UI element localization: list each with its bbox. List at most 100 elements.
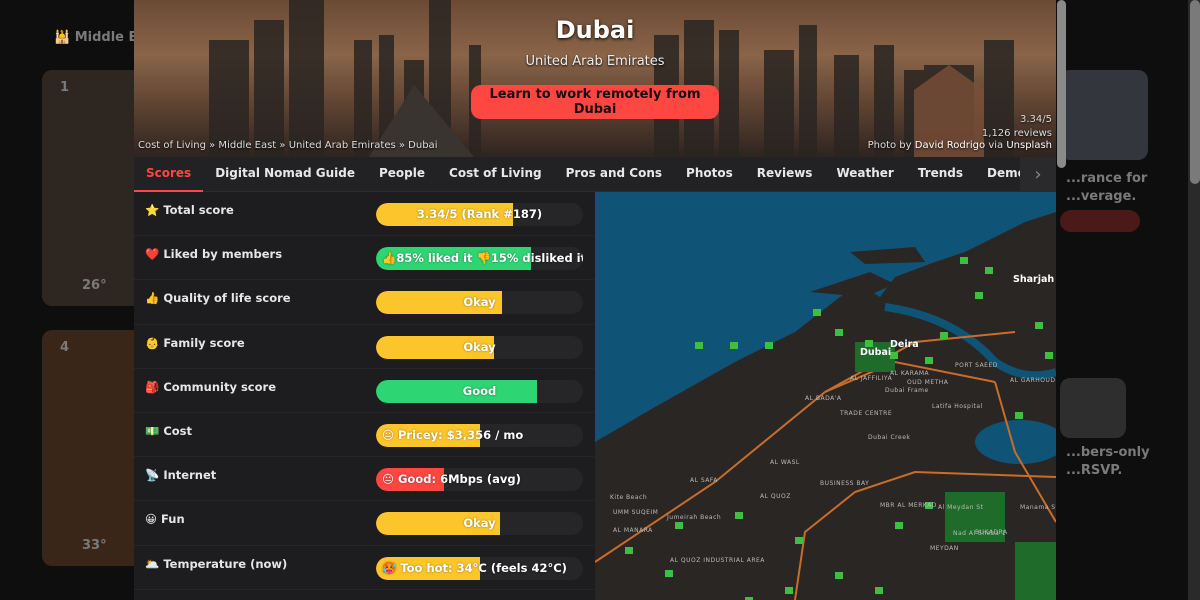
credit-via: via — [988, 140, 1004, 151]
score-bar[interactable]: 😐 Pricey: $3,356 / mo — [376, 423, 583, 447]
metro-station-icon[interactable] — [865, 340, 873, 347]
map-label: Dubai Creek — [868, 434, 910, 441]
photo-author-link[interactable]: David Rodrigo — [915, 140, 985, 151]
map-label: AL JAFFILIYA — [850, 375, 893, 382]
tab-scores[interactable]: Scores — [134, 157, 204, 192]
metro-station-icon[interactable] — [795, 537, 803, 544]
score-bar[interactable]: 🥵 Too hot: 34°C (feels 42°C) — [376, 556, 583, 580]
score-bar[interactable]: Good — [376, 379, 583, 403]
map-label: Jumeirah Beach — [666, 514, 721, 521]
score-emoji-icon: ❤️ — [145, 247, 160, 262]
score-row: 🌥️ Temperature (now) 🥵 Too hot: 34°C (fe… — [134, 546, 594, 590]
score-label: ⭐ Total score — [145, 203, 234, 217]
score-bar[interactable]: 😐 Good: 6Mbps (avg) — [376, 468, 583, 492]
promo-button[interactable] — [1060, 210, 1140, 232]
map-label: AL BADA'A — [805, 395, 842, 402]
score-emoji-icon: 🌥️ — [145, 556, 160, 571]
city-card[interactable]: 4 33° — [42, 330, 142, 566]
city-map[interactable]: Sharjah Dubai Deira AL KARAMA OUD METHA AL JA… — [595, 192, 1056, 600]
score-value: 3.34/5 (Rank #187) — [416, 207, 543, 221]
score-label-text: Community score — [163, 379, 276, 394]
score-label: 📡 Internet — [145, 468, 216, 482]
tab-photos[interactable]: Photos — [674, 157, 745, 192]
score-emoji-icon: 😀 — [145, 512, 157, 527]
map-label: Nad Al Sheba 1 — [953, 530, 1006, 537]
metro-station-icon[interactable] — [940, 332, 948, 339]
score-value: 👍85% liked it 👎15% disliked it — [382, 251, 583, 266]
score-value: 😐 Good: 6Mbps (avg) — [382, 472, 521, 487]
score-label: 💵 Cost — [145, 424, 192, 438]
map-label: AL QUOZ INDUSTRIAL AREA — [670, 557, 765, 564]
map-label: Kite Beach — [610, 494, 647, 501]
map-label: Sharjah — [1013, 274, 1054, 285]
tab-people[interactable]: People — [367, 157, 437, 192]
metro-station-icon[interactable] — [1035, 322, 1043, 329]
score-label: ❤️ Liked by members — [145, 247, 282, 261]
metro-station-icon[interactable] — [785, 587, 793, 594]
score-bar[interactable]: Okay — [376, 291, 583, 315]
score-row: 😀 Fun Okay — [134, 501, 594, 546]
promo-text: ...bers-only ...RSVP. — [1066, 445, 1150, 478]
score-value: 🥵 Too hot: 34°C (feels 42°C) — [382, 560, 567, 575]
page-scrollbar-thumb[interactable] — [1190, 0, 1200, 184]
score-emoji-icon: 👶 — [145, 335, 160, 350]
metro-station-icon[interactable] — [735, 512, 743, 519]
review-count[interactable]: 1,126 reviews — [982, 127, 1052, 141]
score-label: 👍 Quality of life score — [145, 291, 291, 305]
score-row: ❤️ Liked by members 👍85% liked it 👎15% d… — [134, 236, 594, 281]
breadcrumb[interactable]: Cost of Living » Middle East » United Ar… — [138, 140, 437, 151]
map-label: AL WASL — [770, 459, 800, 466]
city-card[interactable]: 1 26° — [42, 70, 142, 306]
metro-station-icon[interactable] — [675, 522, 683, 529]
credit-prefix: Photo by — [867, 140, 912, 151]
score-bar[interactable]: Okay — [376, 335, 583, 359]
metro-station-icon[interactable] — [875, 587, 883, 594]
country-name: United Arab Emirates — [525, 54, 665, 69]
metro-station-icon[interactable] — [730, 342, 738, 349]
photo-source-link[interactable]: Unsplash — [1006, 140, 1052, 151]
tab-trends[interactable]: Trends — [906, 157, 975, 192]
tab-weather[interactable]: Weather — [824, 157, 905, 192]
promo-text: ...rance for ...verage. — [1066, 171, 1148, 204]
metro-station-icon[interactable] — [813, 309, 821, 316]
metro-station-icon[interactable] — [925, 357, 933, 364]
metro-station-icon[interactable] — [895, 522, 903, 529]
map-label: PORT SAEED — [955, 362, 998, 369]
metro-station-icon[interactable] — [765, 342, 773, 349]
tab-reviews[interactable]: Reviews — [745, 157, 825, 192]
tab-cost-of-living[interactable]: Cost of Living — [437, 157, 554, 192]
metro-station-icon[interactable] — [1015, 412, 1023, 419]
score-label: 👶 Family score — [145, 336, 245, 350]
modal-scrollbar-thumb[interactable] — [1057, 0, 1066, 168]
tab-digital-nomad-guide[interactable]: Digital Nomad Guide — [203, 157, 367, 192]
metro-station-icon[interactable] — [695, 342, 703, 349]
tab-bar: Scores Digital Nomad Guide People Cost of L… — [134, 157, 1056, 192]
score-row: 👶 Family score Okay — [134, 325, 594, 369]
metro-station-icon[interactable] — [1045, 352, 1053, 359]
score-bar[interactable]: 3.34/5 (Rank #187) — [376, 203, 583, 226]
metro-station-icon[interactable] — [835, 329, 843, 336]
score-emoji-icon: 👍 — [145, 291, 160, 306]
metro-station-icon[interactable] — [665, 570, 673, 577]
score-emoji-icon: ⭐ — [145, 203, 160, 217]
map-canvas[interactable]: Sharjah DubaiDeira AL KARAMA OUD METHA AL JA… — [595, 192, 1056, 600]
learn-remote-work-button[interactable]: Learn to work remotely from Dubai — [471, 85, 719, 119]
metro-station-icon[interactable] — [835, 572, 843, 579]
chevron-right-icon[interactable]: › — [1020, 157, 1056, 192]
score-emoji-icon: 💵 — [145, 423, 160, 438]
map-label: Dubai — [860, 347, 891, 358]
metro-station-icon[interactable] — [625, 547, 633, 554]
metro-station-icon[interactable] — [975, 292, 983, 299]
tab-pros-and-cons[interactable]: Pros and Cons — [554, 157, 674, 192]
metro-station-icon[interactable] — [985, 267, 993, 274]
map-label: Latifa Hospital — [932, 403, 983, 410]
score-label-text: Quality of life score — [163, 291, 291, 306]
map-label: AL SAFA — [690, 477, 718, 484]
score-label-text: Temperature (now) — [163, 556, 288, 571]
score-bar[interactable]: Okay — [376, 512, 583, 536]
metro-station-icon[interactable] — [960, 257, 968, 264]
score-bar[interactable]: 👍85% liked it 👎15% disliked it — [376, 247, 583, 271]
metro-station-icon[interactable] — [890, 352, 898, 359]
score-value: 😐 Pricey: $3,356 / mo — [382, 427, 524, 442]
map-label: AL KARAMA — [890, 370, 929, 377]
